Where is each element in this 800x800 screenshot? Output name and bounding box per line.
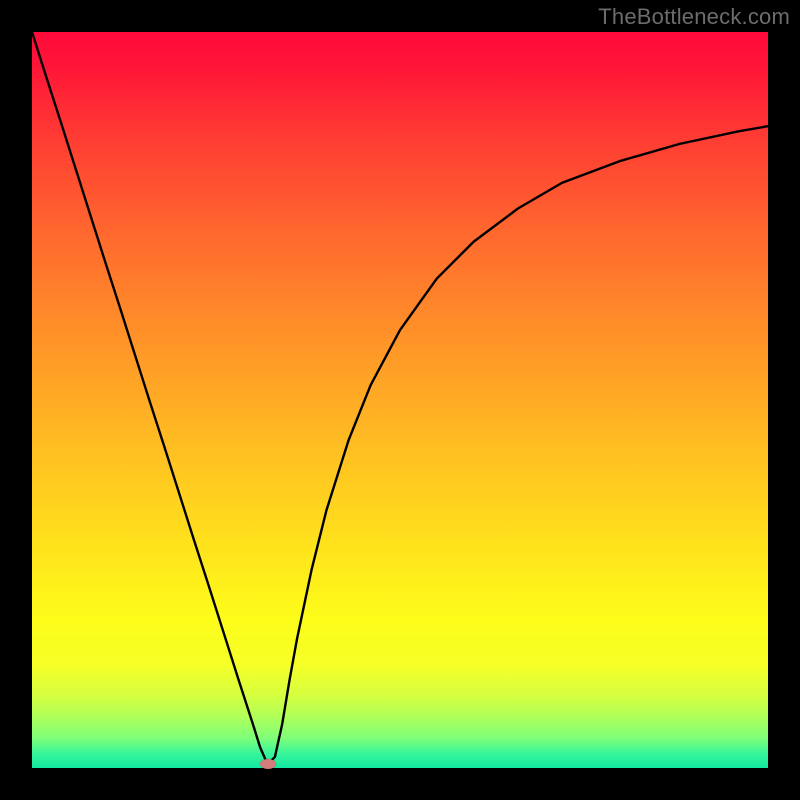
plot-area — [32, 32, 768, 768]
attribution-label: TheBottleneck.com — [598, 4, 790, 30]
chart-frame: TheBottleneck.com — [0, 0, 800, 800]
bottleneck-curve — [32, 32, 768, 768]
optimal-point-marker — [260, 759, 276, 769]
